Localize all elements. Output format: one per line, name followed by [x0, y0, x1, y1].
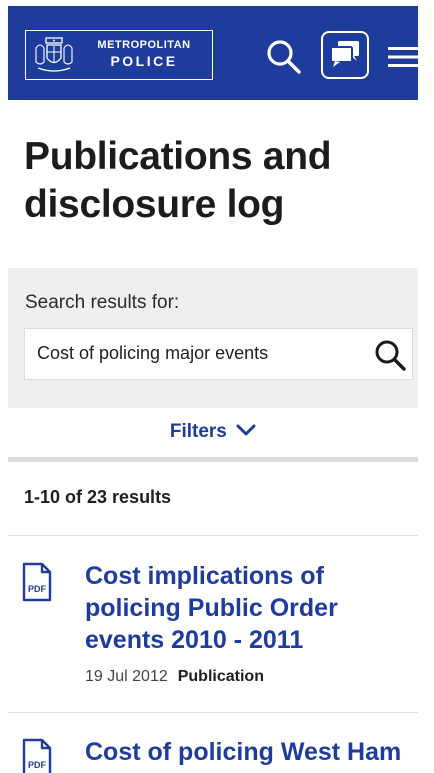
- chevron-down-icon: [236, 424, 256, 436]
- logo-wordmark: METROPOLITAN POLICE: [84, 39, 204, 69]
- chat-icon: [330, 41, 359, 67]
- search-submit-icon[interactable]: [370, 335, 410, 375]
- page-frame: METROPOLITAN POLICE Publications and dis…: [0, 0, 434, 773]
- result-item[interactable]: PDF Cost implications of policing Public…: [8, 560, 418, 710]
- crest-icon: [35, 37, 73, 72]
- pdf-icon-label: PDF: [28, 584, 47, 594]
- result-title-link[interactable]: Cost implications of policing Public Ord…: [85, 560, 415, 656]
- site-header: METROPOLITAN POLICE: [8, 6, 420, 100]
- pdf-icon: PDF: [22, 562, 52, 602]
- result-type: Publication: [177, 668, 264, 685]
- filters-button[interactable]: Filters: [170, 421, 256, 443]
- results-count: 1-10 of 23 results: [24, 487, 172, 507]
- search-input[interactable]: Cost of policing major events: [24, 328, 413, 380]
- pdf-icon-label: PDF: [28, 760, 47, 770]
- page-title: Publications and disclosure log: [24, 135, 332, 226]
- results-divider: [8, 535, 418, 536]
- logo-line-metropolitan: METROPOLITAN: [97, 39, 191, 51]
- result-date: 19 Jul 2012: [85, 668, 168, 685]
- search-panel: Search results for: Cost of policing maj…: [8, 268, 418, 408]
- result-meta: 19 Jul 2012 Publication: [85, 668, 264, 686]
- filters-divider: [8, 457, 418, 462]
- hamburger-menu-icon[interactable]: [386, 44, 422, 70]
- chat-button[interactable]: [321, 31, 369, 79]
- result-title-link[interactable]: Cost of policing West Ham: [85, 736, 415, 768]
- met-police-logo[interactable]: METROPOLITAN POLICE: [25, 30, 213, 80]
- result-item[interactable]: PDF Cost of policing West Ham: [8, 736, 418, 773]
- result-divider: [8, 712, 418, 713]
- search-input-value: Cost of policing major events: [37, 343, 269, 363]
- logo-line-police: POLICE: [110, 53, 178, 69]
- search-results-label: Search results for:: [25, 292, 180, 313]
- search-icon[interactable]: [264, 37, 304, 77]
- pdf-icon: PDF: [22, 738, 52, 773]
- filters-label: Filters: [169, 421, 227, 442]
- filters-toggle[interactable]: Filters: [8, 408, 418, 458]
